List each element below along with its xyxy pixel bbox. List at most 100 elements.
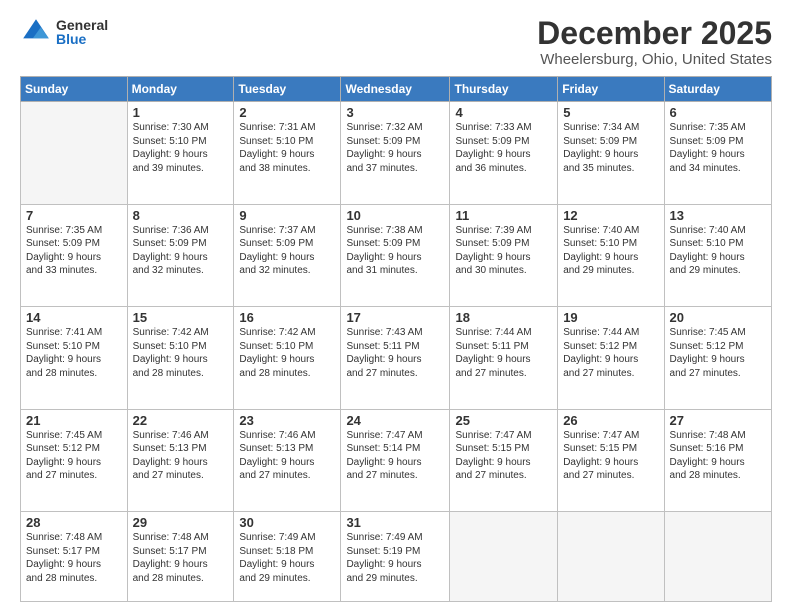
day-info: Sunrise: 7:41 AM Sunset: 5:10 PM Dayligh… bbox=[26, 326, 122, 380]
logo-text: General Blue bbox=[56, 18, 108, 46]
day-number: 14 bbox=[26, 310, 122, 325]
day-number: 25 bbox=[455, 413, 552, 428]
day-number: 6 bbox=[670, 105, 766, 120]
calendar-cell: 19Sunrise: 7:44 AM Sunset: 5:12 PM Dayli… bbox=[558, 307, 664, 410]
calendar-header-thursday: Thursday bbox=[450, 77, 558, 102]
calendar-cell bbox=[21, 102, 128, 205]
calendar-week-row: 28Sunrise: 7:48 AM Sunset: 5:17 PM Dayli… bbox=[21, 512, 772, 602]
calendar-cell: 16Sunrise: 7:42 AM Sunset: 5:10 PM Dayli… bbox=[234, 307, 341, 410]
day-number: 17 bbox=[346, 310, 444, 325]
header: General Blue December 2025 Wheelersburg,… bbox=[20, 16, 772, 68]
day-info: Sunrise: 7:46 AM Sunset: 5:13 PM Dayligh… bbox=[133, 429, 229, 483]
calendar-cell: 13Sunrise: 7:40 AM Sunset: 5:10 PM Dayli… bbox=[664, 204, 771, 307]
calendar-cell: 10Sunrise: 7:38 AM Sunset: 5:09 PM Dayli… bbox=[341, 204, 450, 307]
day-number: 10 bbox=[346, 208, 444, 223]
day-number: 30 bbox=[239, 515, 335, 530]
day-number: 31 bbox=[346, 515, 444, 530]
calendar-cell: 9Sunrise: 7:37 AM Sunset: 5:09 PM Daylig… bbox=[234, 204, 341, 307]
day-info: Sunrise: 7:42 AM Sunset: 5:10 PM Dayligh… bbox=[133, 326, 229, 380]
day-number: 15 bbox=[133, 310, 229, 325]
calendar-header-friday: Friday bbox=[558, 77, 664, 102]
day-info: Sunrise: 7:39 AM Sunset: 5:09 PM Dayligh… bbox=[455, 224, 552, 278]
day-number: 4 bbox=[455, 105, 552, 120]
calendar-cell: 20Sunrise: 7:45 AM Sunset: 5:12 PM Dayli… bbox=[664, 307, 771, 410]
logo-blue: Blue bbox=[56, 32, 108, 46]
day-info: Sunrise: 7:32 AM Sunset: 5:09 PM Dayligh… bbox=[346, 121, 444, 175]
main-title: December 2025 bbox=[537, 16, 772, 51]
day-info: Sunrise: 7:44 AM Sunset: 5:11 PM Dayligh… bbox=[455, 326, 552, 380]
day-info: Sunrise: 7:34 AM Sunset: 5:09 PM Dayligh… bbox=[563, 121, 658, 175]
day-info: Sunrise: 7:48 AM Sunset: 5:17 PM Dayligh… bbox=[133, 531, 229, 585]
calendar-cell: 18Sunrise: 7:44 AM Sunset: 5:11 PM Dayli… bbox=[450, 307, 558, 410]
day-number: 24 bbox=[346, 413, 444, 428]
calendar-cell: 11Sunrise: 7:39 AM Sunset: 5:09 PM Dayli… bbox=[450, 204, 558, 307]
calendar-table: SundayMondayTuesdayWednesdayThursdayFrid… bbox=[20, 76, 772, 602]
calendar-cell: 7Sunrise: 7:35 AM Sunset: 5:09 PM Daylig… bbox=[21, 204, 128, 307]
calendar-cell bbox=[558, 512, 664, 602]
day-number: 29 bbox=[133, 515, 229, 530]
day-number: 12 bbox=[563, 208, 658, 223]
day-number: 18 bbox=[455, 310, 552, 325]
day-info: Sunrise: 7:40 AM Sunset: 5:10 PM Dayligh… bbox=[670, 224, 766, 278]
calendar-cell: 21Sunrise: 7:45 AM Sunset: 5:12 PM Dayli… bbox=[21, 409, 128, 512]
day-number: 23 bbox=[239, 413, 335, 428]
title-block: December 2025 Wheelersburg, Ohio, United… bbox=[537, 16, 772, 68]
day-info: Sunrise: 7:46 AM Sunset: 5:13 PM Dayligh… bbox=[239, 429, 335, 483]
calendar-cell: 12Sunrise: 7:40 AM Sunset: 5:10 PM Dayli… bbox=[558, 204, 664, 307]
calendar-cell: 1Sunrise: 7:30 AM Sunset: 5:10 PM Daylig… bbox=[127, 102, 234, 205]
day-info: Sunrise: 7:47 AM Sunset: 5:15 PM Dayligh… bbox=[455, 429, 552, 483]
day-number: 7 bbox=[26, 208, 122, 223]
calendar-cell: 29Sunrise: 7:48 AM Sunset: 5:17 PM Dayli… bbox=[127, 512, 234, 602]
calendar-cell: 25Sunrise: 7:47 AM Sunset: 5:15 PM Dayli… bbox=[450, 409, 558, 512]
calendar-cell: 26Sunrise: 7:47 AM Sunset: 5:15 PM Dayli… bbox=[558, 409, 664, 512]
calendar-cell: 24Sunrise: 7:47 AM Sunset: 5:14 PM Dayli… bbox=[341, 409, 450, 512]
calendar-cell: 4Sunrise: 7:33 AM Sunset: 5:09 PM Daylig… bbox=[450, 102, 558, 205]
calendar-header-monday: Monday bbox=[127, 77, 234, 102]
day-number: 2 bbox=[239, 105, 335, 120]
calendar-cell: 23Sunrise: 7:46 AM Sunset: 5:13 PM Dayli… bbox=[234, 409, 341, 512]
calendar-cell: 6Sunrise: 7:35 AM Sunset: 5:09 PM Daylig… bbox=[664, 102, 771, 205]
calendar-cell: 30Sunrise: 7:49 AM Sunset: 5:18 PM Dayli… bbox=[234, 512, 341, 602]
page: General Blue December 2025 Wheelersburg,… bbox=[0, 0, 792, 612]
logo-icon bbox=[20, 16, 52, 48]
day-info: Sunrise: 7:37 AM Sunset: 5:09 PM Dayligh… bbox=[239, 224, 335, 278]
day-info: Sunrise: 7:35 AM Sunset: 5:09 PM Dayligh… bbox=[670, 121, 766, 175]
day-number: 5 bbox=[563, 105, 658, 120]
calendar-week-row: 14Sunrise: 7:41 AM Sunset: 5:10 PM Dayli… bbox=[21, 307, 772, 410]
day-info: Sunrise: 7:31 AM Sunset: 5:10 PM Dayligh… bbox=[239, 121, 335, 175]
day-number: 19 bbox=[563, 310, 658, 325]
calendar-cell: 27Sunrise: 7:48 AM Sunset: 5:16 PM Dayli… bbox=[664, 409, 771, 512]
day-info: Sunrise: 7:49 AM Sunset: 5:19 PM Dayligh… bbox=[346, 531, 444, 585]
day-number: 26 bbox=[563, 413, 658, 428]
calendar-cell: 2Sunrise: 7:31 AM Sunset: 5:10 PM Daylig… bbox=[234, 102, 341, 205]
day-info: Sunrise: 7:33 AM Sunset: 5:09 PM Dayligh… bbox=[455, 121, 552, 175]
day-info: Sunrise: 7:45 AM Sunset: 5:12 PM Dayligh… bbox=[670, 326, 766, 380]
calendar-cell bbox=[450, 512, 558, 602]
day-info: Sunrise: 7:43 AM Sunset: 5:11 PM Dayligh… bbox=[346, 326, 444, 380]
day-info: Sunrise: 7:48 AM Sunset: 5:16 PM Dayligh… bbox=[670, 429, 766, 483]
day-info: Sunrise: 7:40 AM Sunset: 5:10 PM Dayligh… bbox=[563, 224, 658, 278]
calendar-week-row: 7Sunrise: 7:35 AM Sunset: 5:09 PM Daylig… bbox=[21, 204, 772, 307]
calendar-week-row: 1Sunrise: 7:30 AM Sunset: 5:10 PM Daylig… bbox=[21, 102, 772, 205]
calendar-header-row: SundayMondayTuesdayWednesdayThursdayFrid… bbox=[21, 77, 772, 102]
calendar-header-wednesday: Wednesday bbox=[341, 77, 450, 102]
day-info: Sunrise: 7:38 AM Sunset: 5:09 PM Dayligh… bbox=[346, 224, 444, 278]
day-info: Sunrise: 7:47 AM Sunset: 5:15 PM Dayligh… bbox=[563, 429, 658, 483]
day-info: Sunrise: 7:30 AM Sunset: 5:10 PM Dayligh… bbox=[133, 121, 229, 175]
calendar-cell: 31Sunrise: 7:49 AM Sunset: 5:19 PM Dayli… bbox=[341, 512, 450, 602]
day-info: Sunrise: 7:45 AM Sunset: 5:12 PM Dayligh… bbox=[26, 429, 122, 483]
day-info: Sunrise: 7:36 AM Sunset: 5:09 PM Dayligh… bbox=[133, 224, 229, 278]
day-number: 8 bbox=[133, 208, 229, 223]
day-info: Sunrise: 7:35 AM Sunset: 5:09 PM Dayligh… bbox=[26, 224, 122, 278]
calendar-cell: 3Sunrise: 7:32 AM Sunset: 5:09 PM Daylig… bbox=[341, 102, 450, 205]
calendar-cell: 15Sunrise: 7:42 AM Sunset: 5:10 PM Dayli… bbox=[127, 307, 234, 410]
calendar-cell: 22Sunrise: 7:46 AM Sunset: 5:13 PM Dayli… bbox=[127, 409, 234, 512]
day-info: Sunrise: 7:48 AM Sunset: 5:17 PM Dayligh… bbox=[26, 531, 122, 585]
day-info: Sunrise: 7:47 AM Sunset: 5:14 PM Dayligh… bbox=[346, 429, 444, 483]
day-info: Sunrise: 7:49 AM Sunset: 5:18 PM Dayligh… bbox=[239, 531, 335, 585]
day-number: 11 bbox=[455, 208, 552, 223]
calendar-week-row: 21Sunrise: 7:45 AM Sunset: 5:12 PM Dayli… bbox=[21, 409, 772, 512]
day-number: 20 bbox=[670, 310, 766, 325]
calendar-cell bbox=[664, 512, 771, 602]
day-number: 22 bbox=[133, 413, 229, 428]
